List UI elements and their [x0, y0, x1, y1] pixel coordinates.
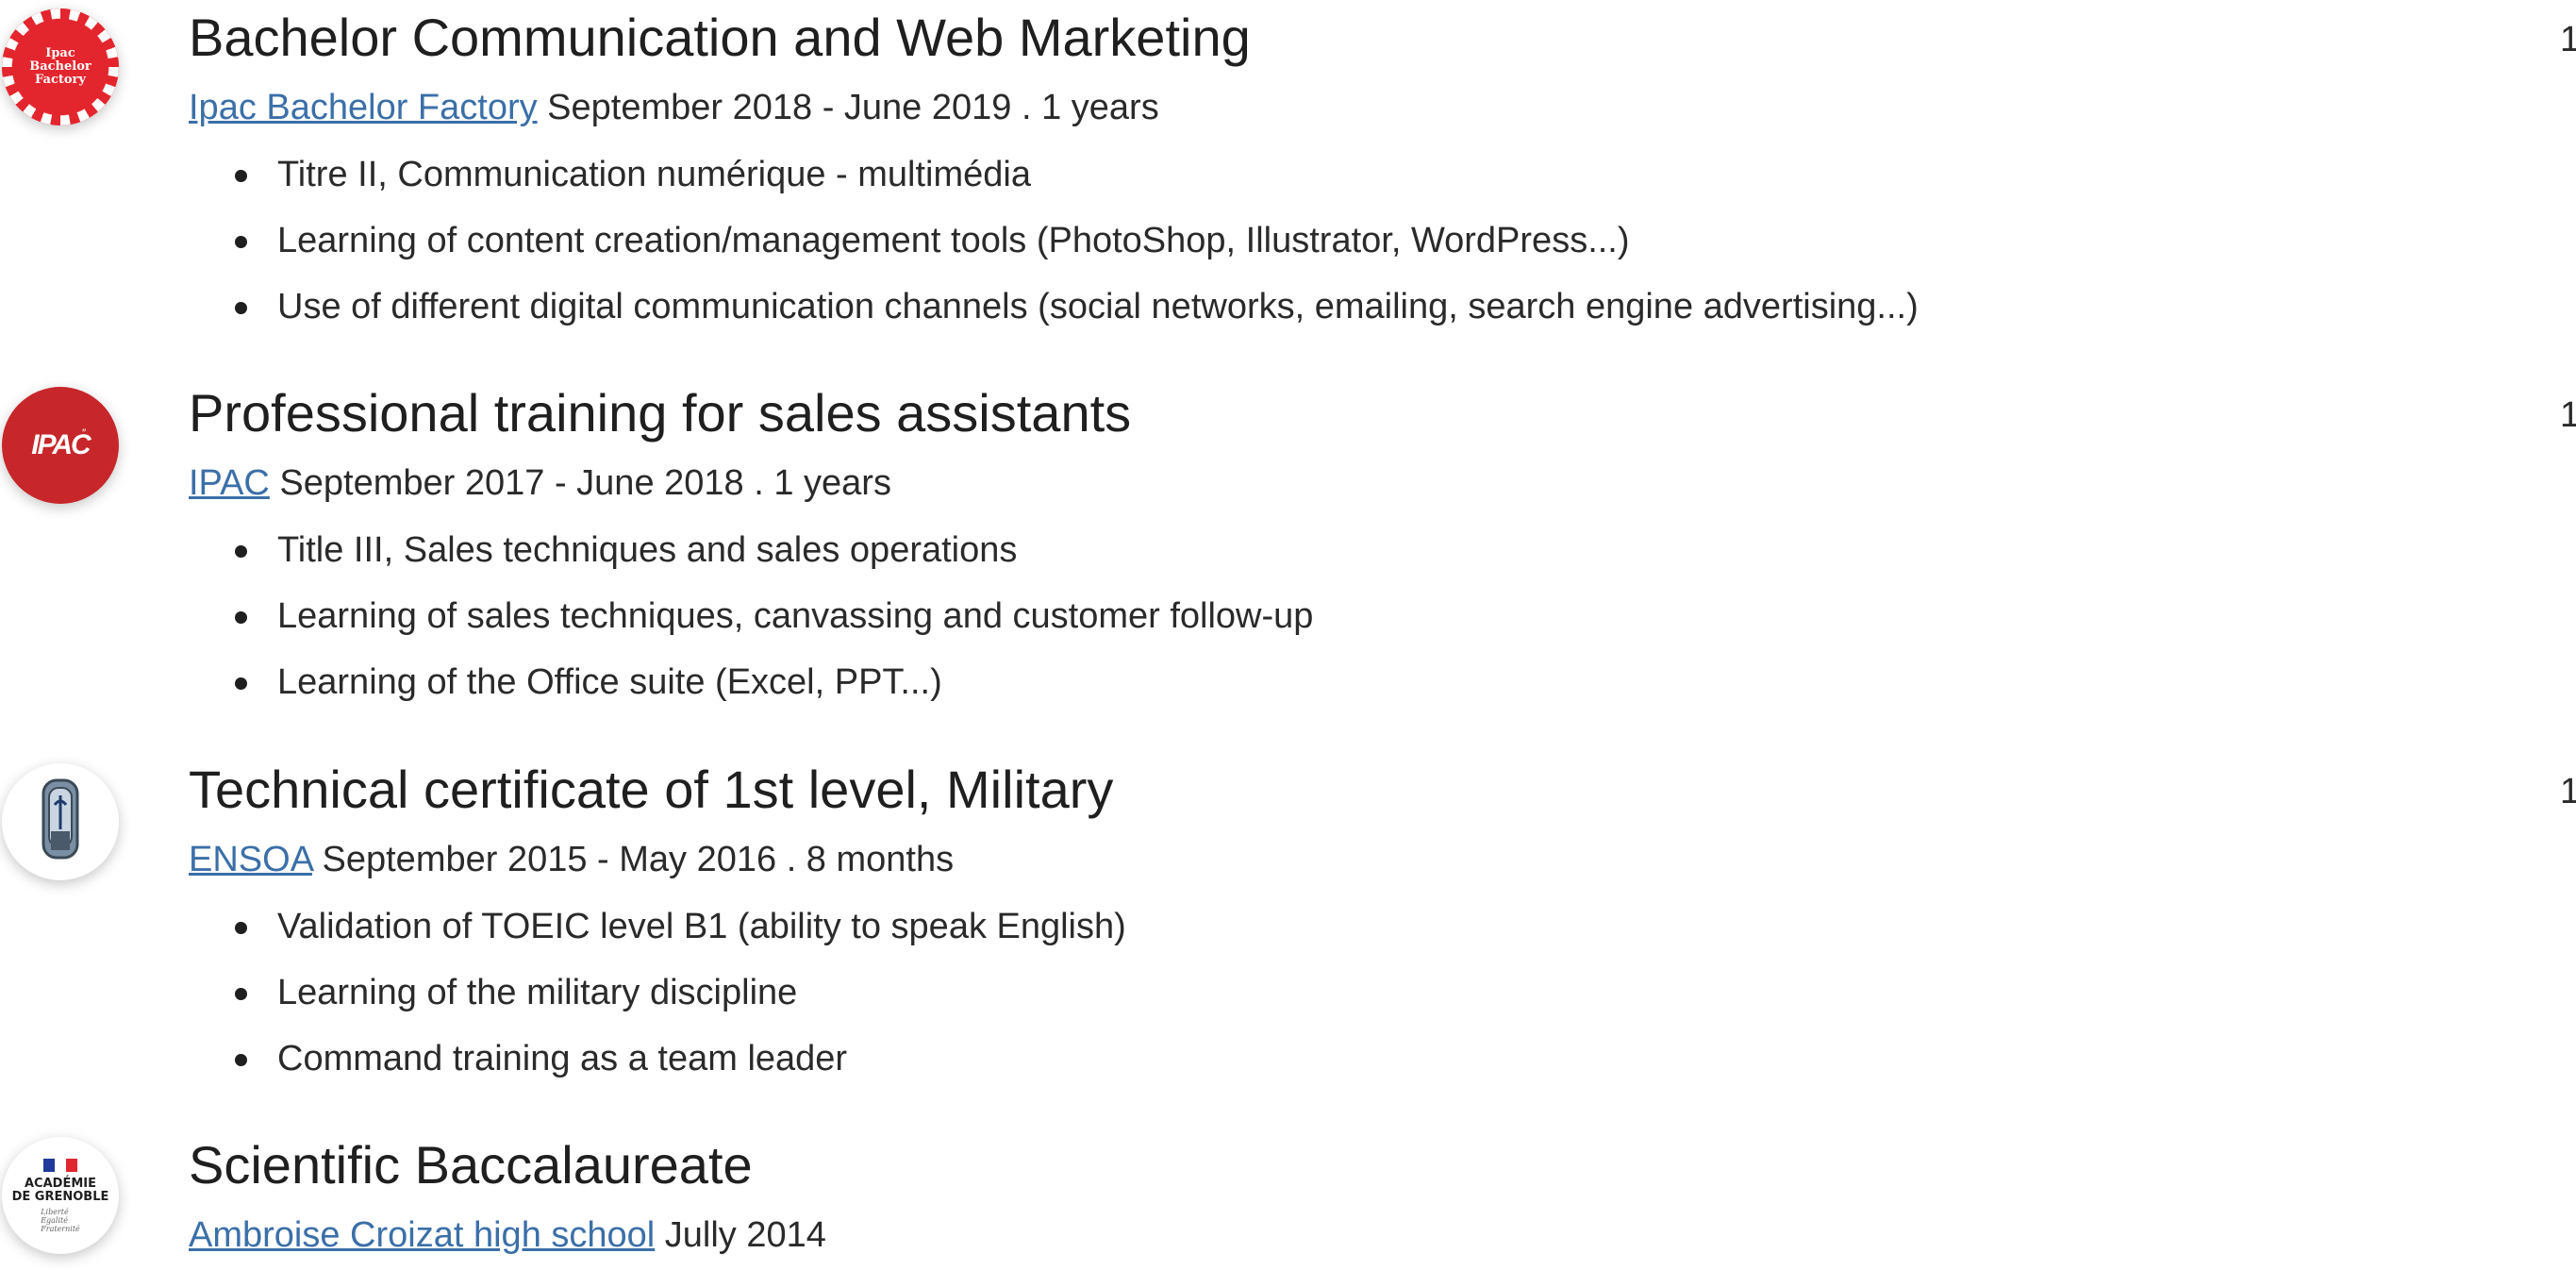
list-item: Learning of the military discipline — [189, 960, 1126, 1026]
entry-dates: September 2017 - June 2018 . 1 years — [269, 463, 891, 503]
entry-meta: Ipac Bachelor Factory September 2018 - J… — [189, 74, 1159, 142]
list-item: Use of different digital communication c… — [189, 274, 1919, 340]
academie-de-grenoble-logo-icon: ACADÉMIE DE GRENOBLE Liberté Égalité Fra… — [2, 1137, 119, 1254]
school-link[interactable]: Ambroise Croizat high school — [189, 1215, 655, 1255]
entry-dates: Jully 2014 — [655, 1215, 826, 1255]
entry-title: Bachelor Communication and Web Marketing — [189, 8, 1251, 67]
school-link[interactable]: ENSOA — [189, 840, 312, 879]
school-link[interactable]: IPAC — [189, 463, 270, 503]
entry-dates: September 2018 - June 2019 . 1 years — [537, 88, 1159, 127]
entry-meta: Ambroise Croizat high school Jully 2014 — [189, 1201, 826, 1269]
entry-title: Scientific Baccalaureate — [189, 1135, 753, 1195]
entry-title: Technical certificate of 1st level, Mili… — [189, 760, 1114, 819]
entry-title: Professional training for sales assistan… — [189, 383, 1132, 443]
school-link[interactable]: Ipac Bachelor Factory — [189, 88, 538, 127]
list-item: Learning of sales techniques, canvassing… — [189, 583, 1313, 649]
entry-meta: IPAC September 2017 - June 2018 . 1 year… — [189, 449, 891, 517]
entry-bullets: Title III, Sales techniques and sales op… — [189, 517, 1313, 715]
entry-bullets: Titre II, Communication numérique - mult… — [189, 142, 1919, 340]
list-item: Learning of the Office suite (Excel, PPT… — [189, 649, 1313, 715]
ipac-bachelor-factory-logo-icon: Ipac Bachelor Factory — [2, 8, 119, 125]
list-item: Command training as a team leader — [189, 1026, 1126, 1092]
list-item: Learning of content creation/management … — [189, 208, 1919, 274]
entry-meta: ENSOA September 2015 - May 2016 . 8 mont… — [189, 826, 954, 894]
entry-bullets: Validation of TOEIC level B1 (ability to… — [189, 894, 1126, 1092]
edge-clipped-text: 1 — [2560, 396, 2576, 434]
ensoa-logo-icon — [2, 763, 119, 880]
ipac-logo-icon: IPAC ″ — [2, 387, 119, 504]
list-item: Title III, Sales techniques and sales op… — [189, 517, 1313, 583]
entry-dates: September 2015 - May 2016 . 8 months — [311, 840, 955, 879]
edge-clipped-text: 1 — [2560, 21, 2576, 58]
list-item: Validation of TOEIC level B1 (ability to… — [189, 894, 1126, 960]
list-item: Titre II, Communication numérique - mult… — [189, 142, 1919, 208]
edge-clipped-text: 1 — [2560, 773, 2576, 810]
